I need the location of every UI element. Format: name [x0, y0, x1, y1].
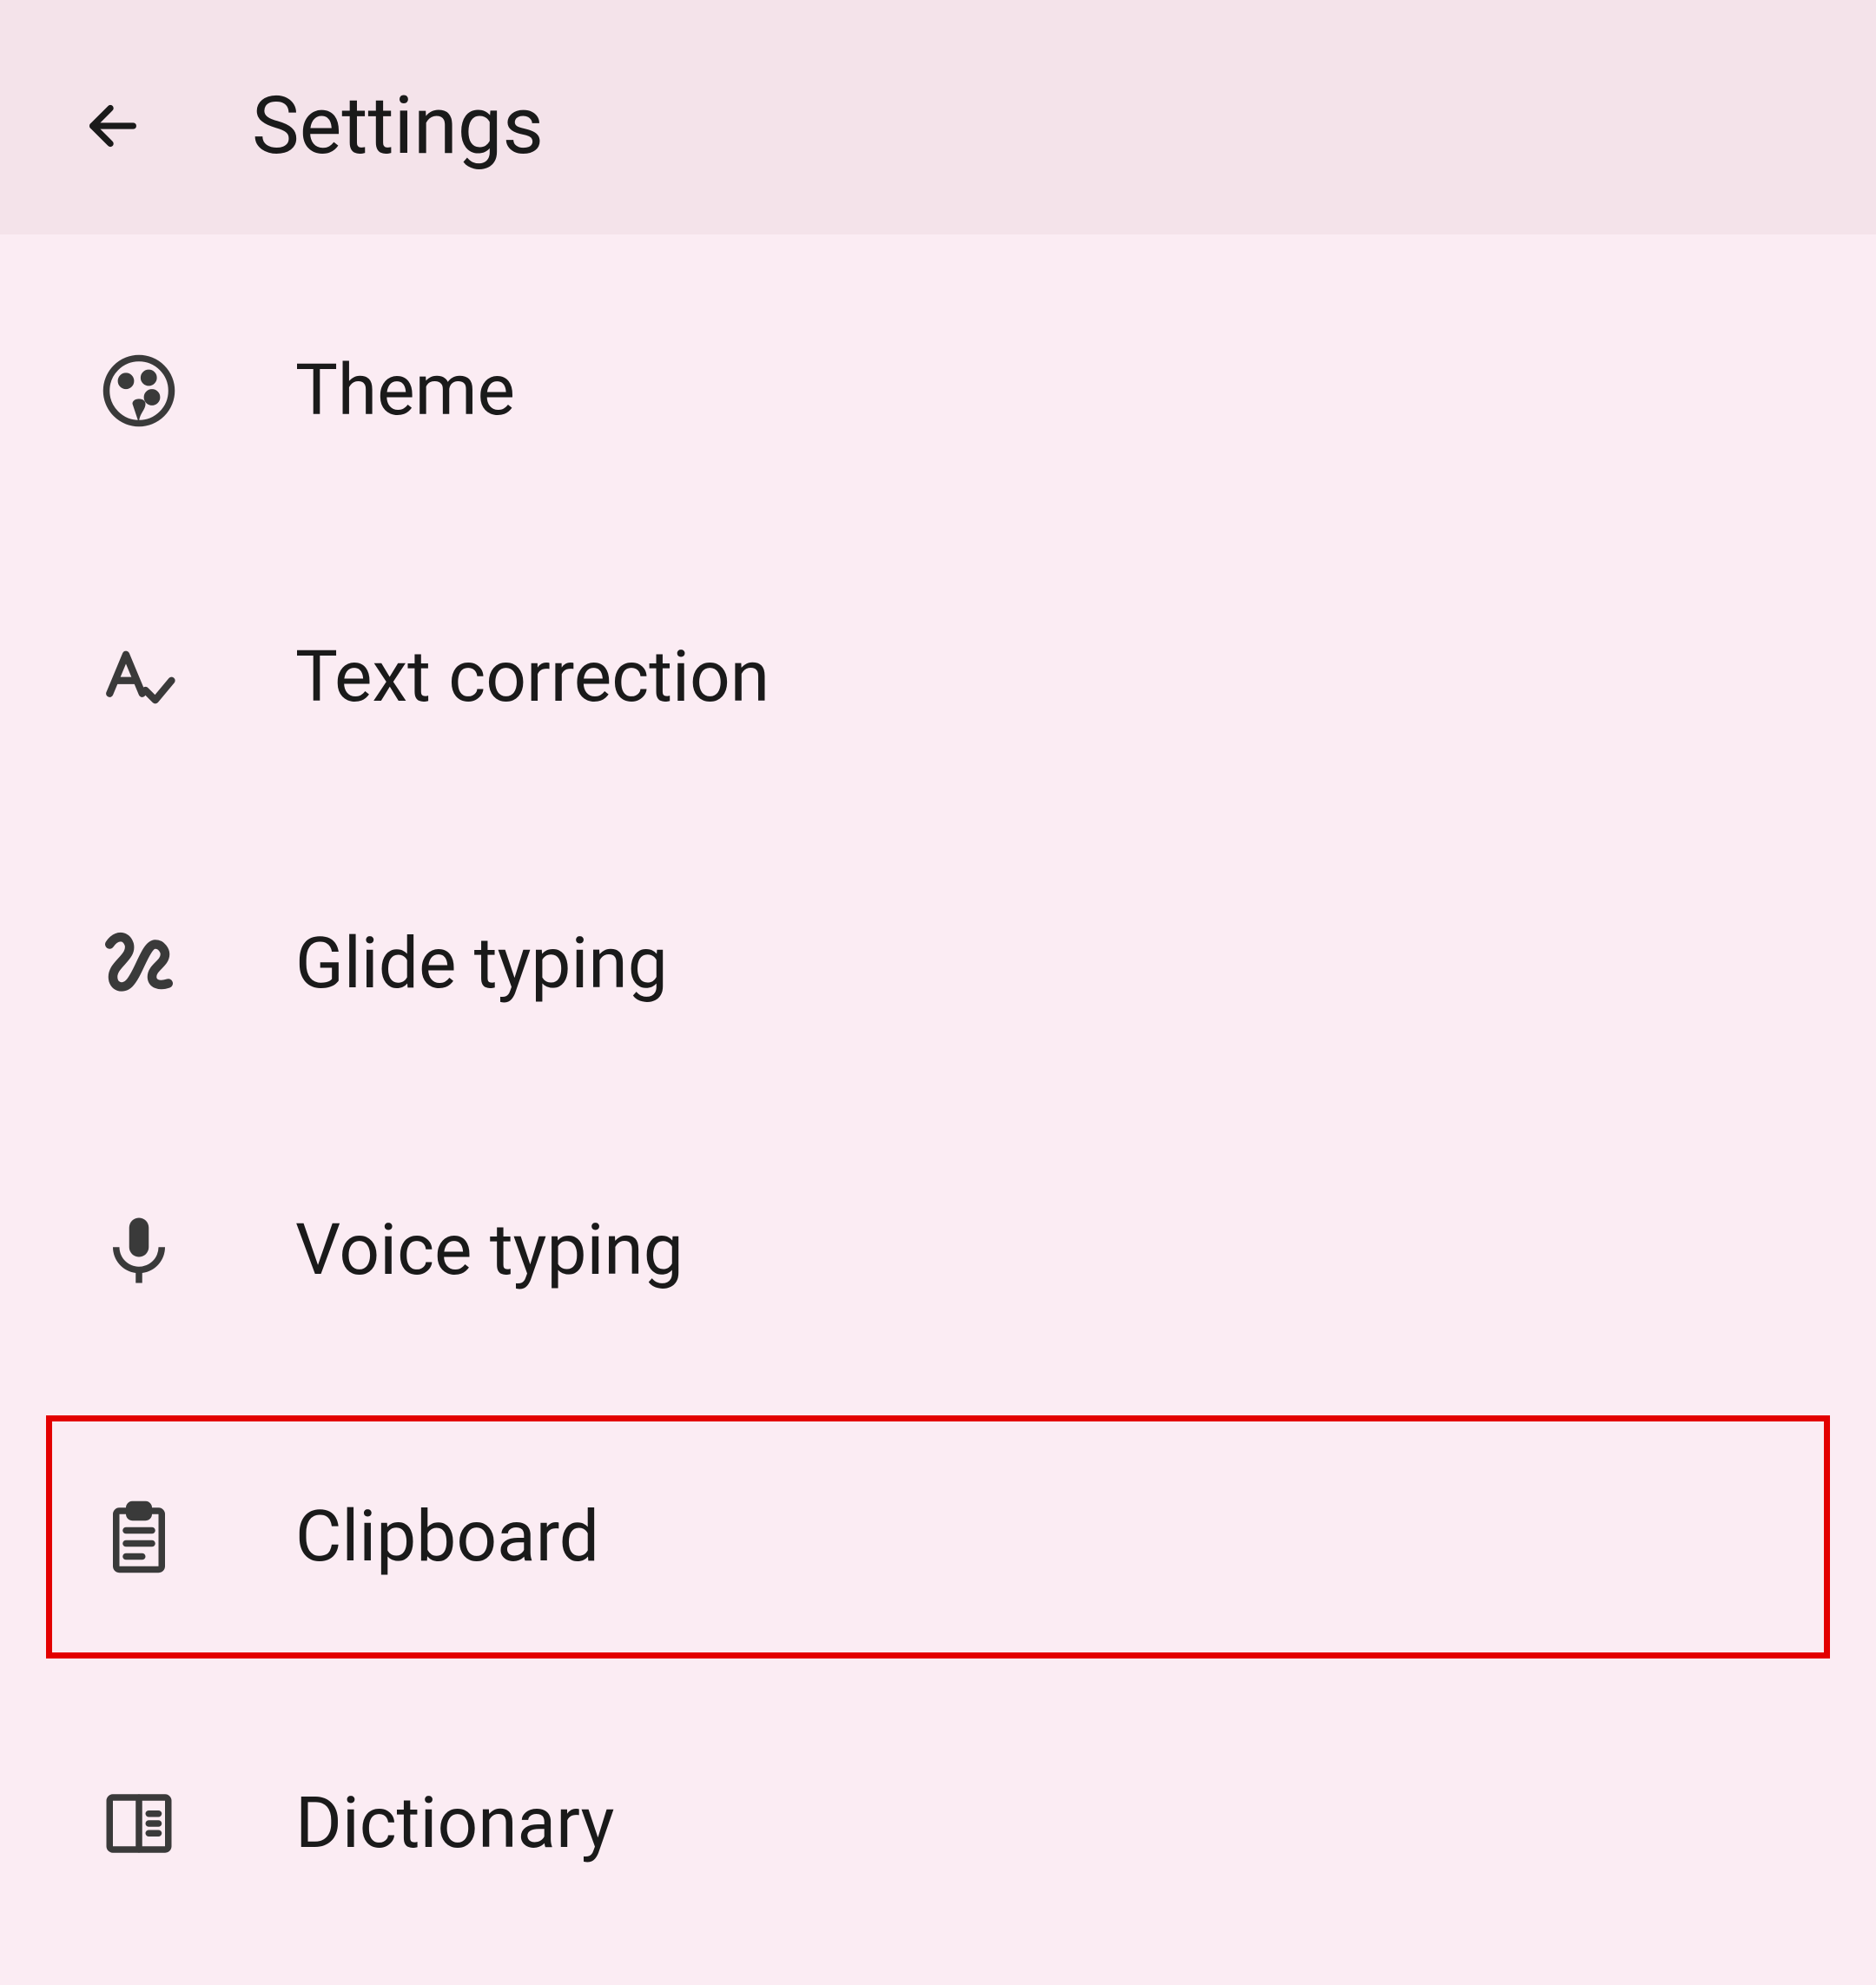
- list-item-label: Dictionary: [295, 1782, 614, 1865]
- header: Settings: [0, 0, 1876, 234]
- list-item-label: Clipboard: [295, 1495, 599, 1579]
- list-item-theme[interactable]: Theme: [52, 269, 1824, 512]
- list-item-label: Theme: [295, 349, 515, 432]
- list-item-label: Voice typing: [295, 1209, 684, 1292]
- palette-icon: [96, 347, 182, 434]
- arrow-left-icon: [83, 96, 143, 156]
- list-item-label: Glide typing: [295, 922, 668, 1006]
- list-item-glide-typing[interactable]: Glide typing: [52, 842, 1824, 1085]
- dictionary-icon: [96, 1780, 182, 1867]
- list-item-text-correction[interactable]: Text correction: [52, 556, 1824, 799]
- back-button[interactable]: [69, 82, 156, 169]
- list-item-label: Text correction: [295, 636, 770, 719]
- gesture-icon: [96, 920, 182, 1007]
- page-title: Settings: [252, 80, 544, 173]
- text-correction-icon: [96, 634, 182, 721]
- list-item-dictionary[interactable]: Dictionary: [52, 1702, 1824, 1945]
- list-item-voice-typing[interactable]: Voice typing: [52, 1129, 1824, 1372]
- clipboard-icon: [96, 1494, 182, 1580]
- mic-icon: [96, 1207, 182, 1294]
- list-item-clipboard[interactable]: Clipboard: [46, 1415, 1830, 1659]
- settings-list: Theme Text correction Glide typing Voice: [0, 234, 1876, 1945]
